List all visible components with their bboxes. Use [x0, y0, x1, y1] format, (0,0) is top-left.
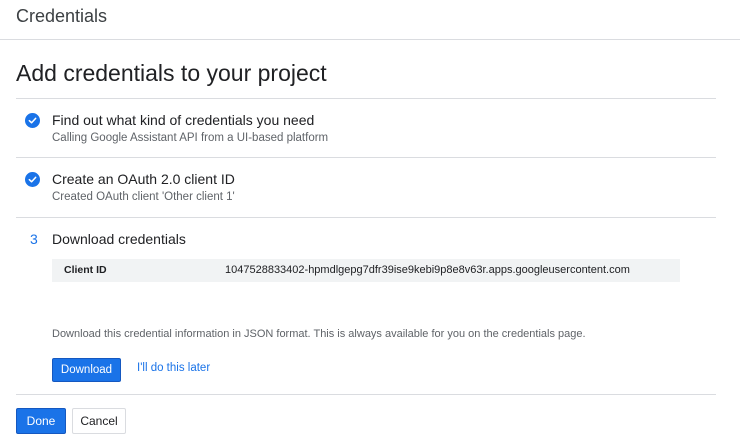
step-1-title: Find out what kind of credentials you ne…: [52, 112, 315, 128]
done-button[interactable]: Done: [16, 408, 66, 434]
step-1: Find out what kind of credentials you ne…: [16, 99, 716, 158]
check-circle-icon: [25, 113, 40, 128]
top-bar: Credentials: [0, 0, 740, 40]
step-2-title: Create an OAuth 2.0 client ID: [52, 171, 235, 187]
client-id-value[interactable]: 1047528833402-hpmdlgepg7dfr39ise9kebi9p8…: [225, 264, 630, 276]
step-1-subtitle: Calling Google Assistant API from a UI-b…: [52, 132, 329, 144]
page-title: Add credentials to your project: [16, 60, 327, 86]
header-title: Credentials: [16, 6, 108, 26]
step-2-subtitle: Created OAuth client 'Other client 1': [52, 191, 235, 203]
download-button[interactable]: Download: [52, 358, 121, 382]
step-2: Create an OAuth 2.0 client ID Created OA…: [16, 158, 716, 218]
download-note: Download this credential information in …: [52, 328, 586, 340]
client-id-label: Client ID: [64, 264, 107, 276]
check-circle-icon: [25, 172, 40, 187]
cancel-button[interactable]: Cancel: [72, 408, 126, 434]
step-3-title: Download credentials: [52, 231, 186, 247]
step-3-number: 3: [30, 231, 38, 247]
step-3: 3 Download credentials Client ID 1047528…: [16, 218, 716, 395]
client-id-box: Client ID 1047528833402-hpmdlgepg7dfr39i…: [52, 259, 680, 282]
do-later-link[interactable]: I'll do this later: [137, 362, 210, 374]
steps-list: Find out what kind of credentials you ne…: [16, 98, 716, 395]
